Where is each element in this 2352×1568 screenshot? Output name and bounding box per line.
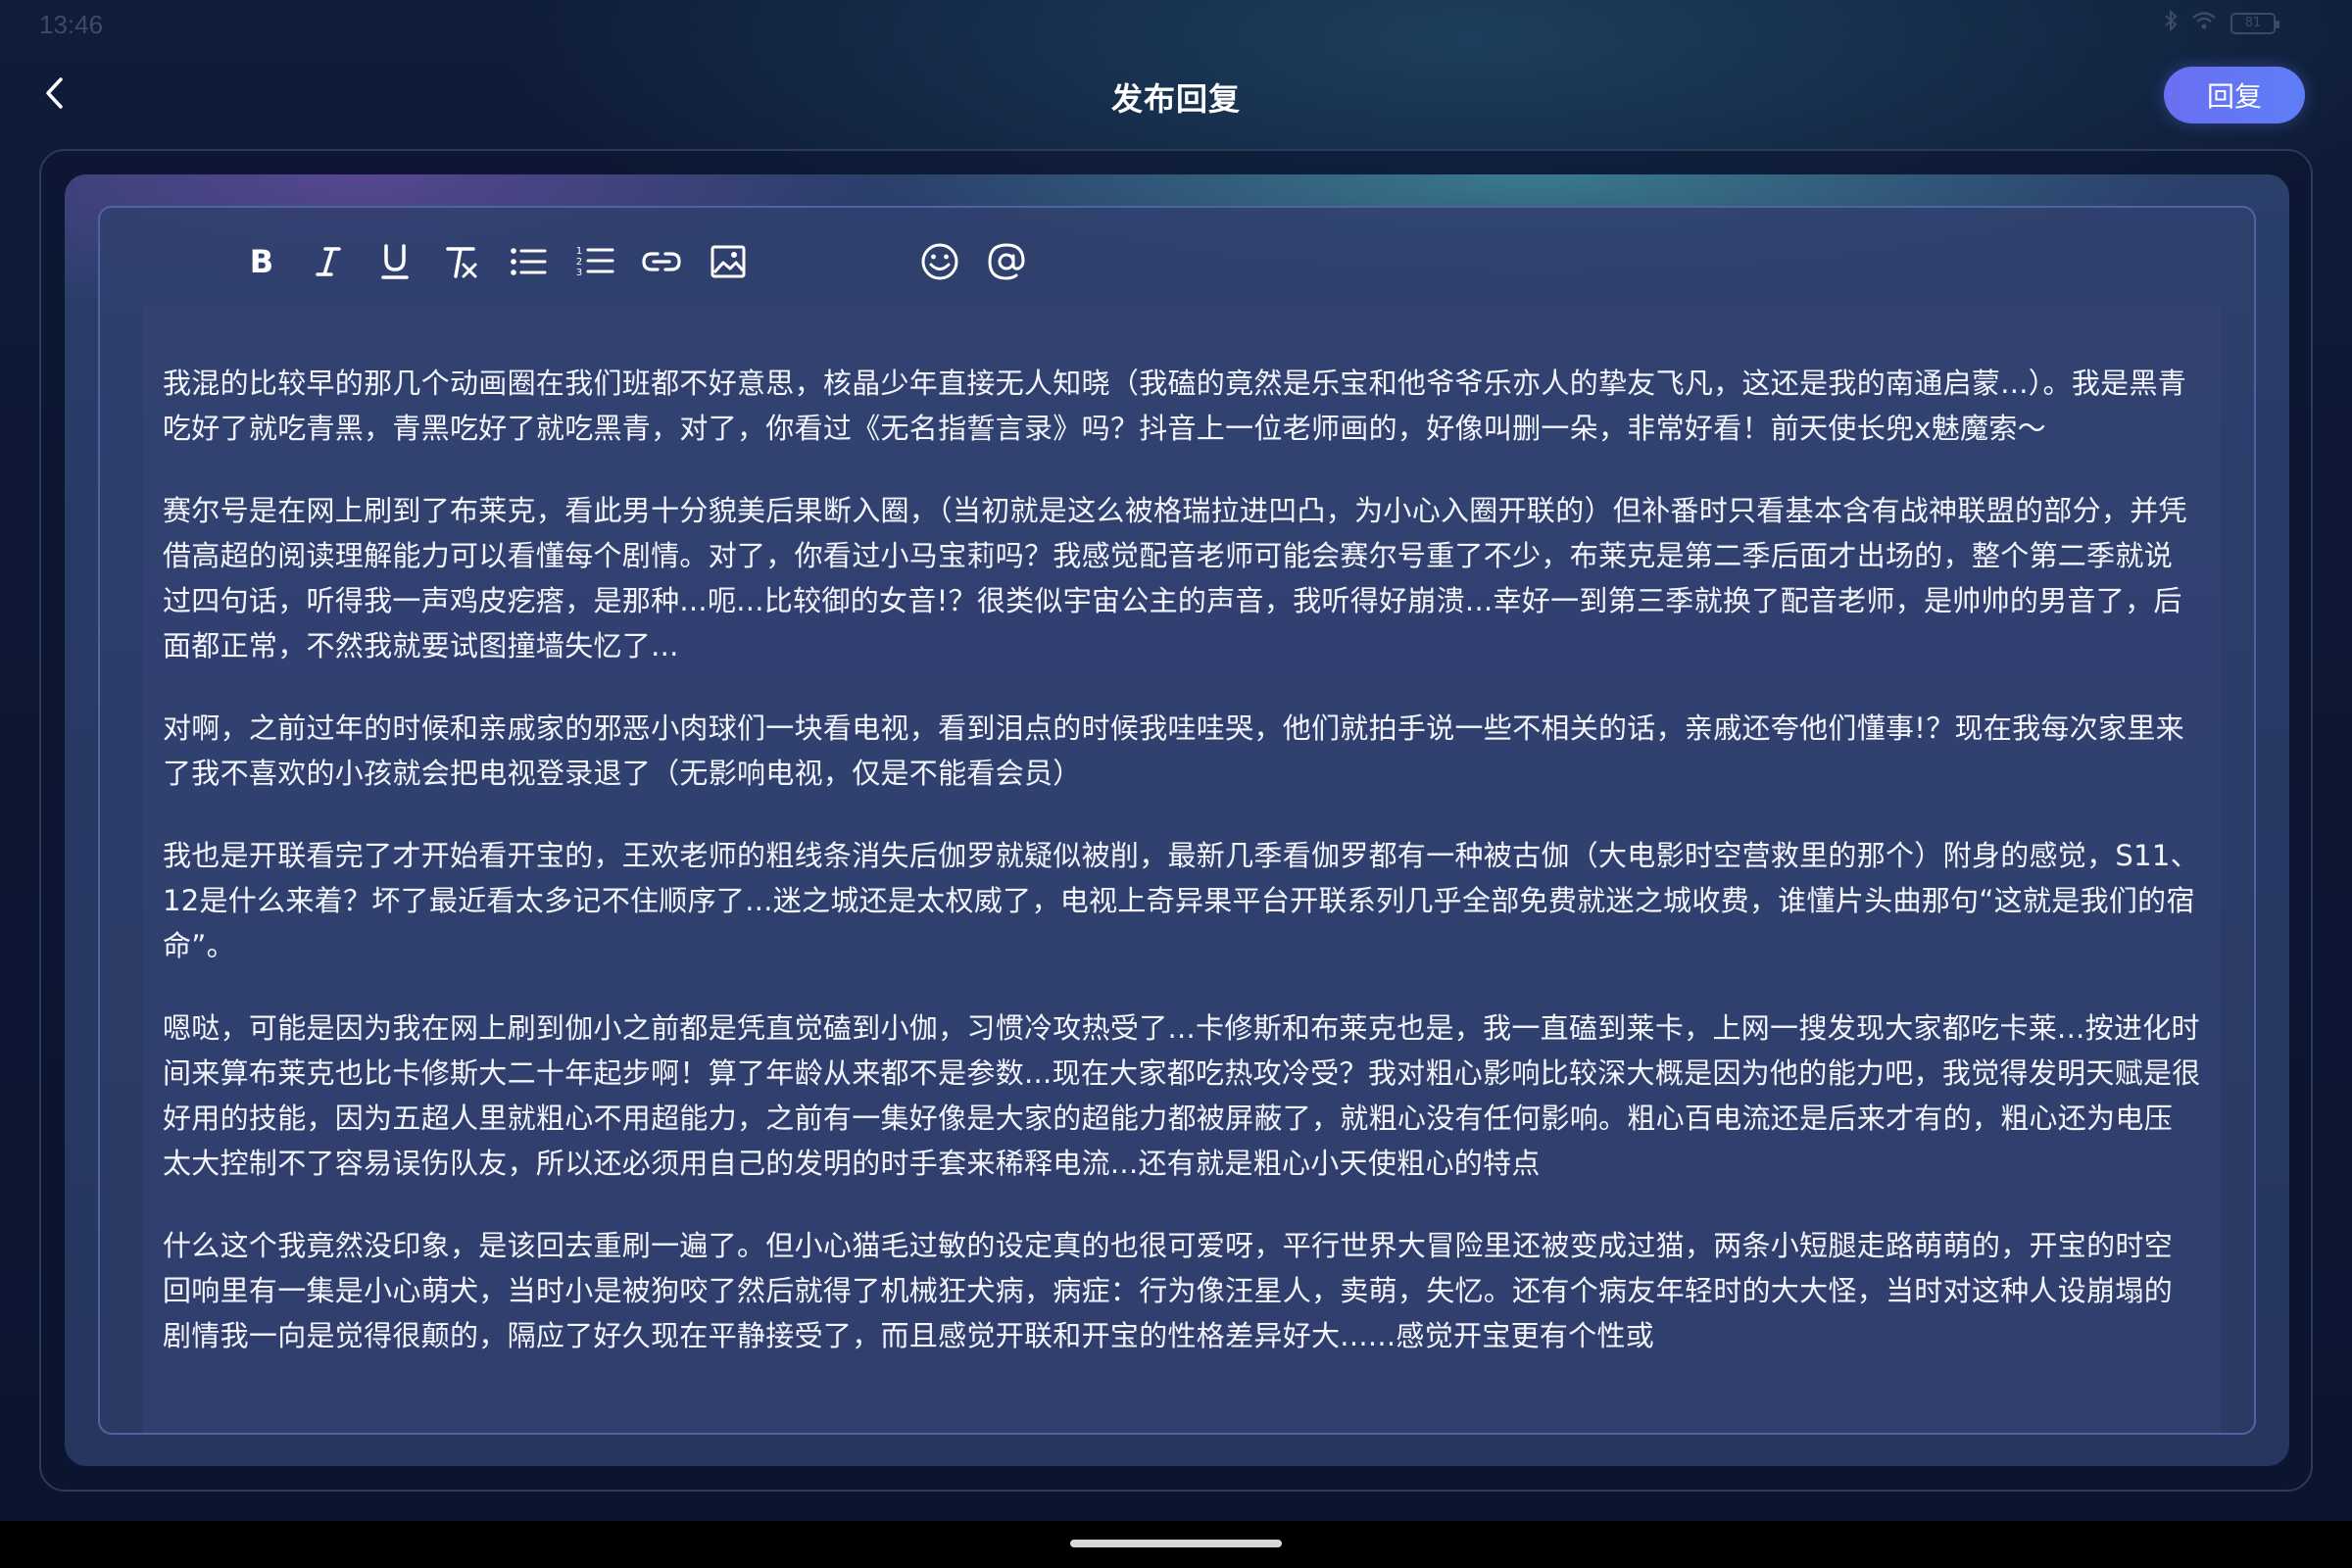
clear-format-icon xyxy=(446,247,477,278)
screen: 13:46 81 发布回复 回复 B 1 2 3 我混的比较早的那几个动画圈在我… xyxy=(0,0,2352,1568)
editor-frame: B 1 2 3 我混的比较早的那几个动画圈在我们班都不好意思，核晶少年直接无人知… xyxy=(39,149,2313,1492)
status-bar: 13:46 81 xyxy=(0,0,2352,47)
svg-text:1: 1 xyxy=(576,246,582,257)
bold-icon: B xyxy=(250,245,273,278)
emoji-button[interactable] xyxy=(915,237,964,286)
underline-icon xyxy=(381,244,409,279)
svg-text:2: 2 xyxy=(576,257,582,268)
paragraph: 我混的比较早的那几个动画圈在我们班都不好意思，核晶少年直接无人知晓（我磕的竟然是… xyxy=(163,367,2187,445)
system-nav-bar xyxy=(0,1521,2352,1568)
top-bar: 发布回复 回复 xyxy=(0,47,2352,145)
reply-paragraphs: 我混的比较早的那几个动画圈在我们班都不好意思，核晶少年直接无人知晓（我磕的竟然是… xyxy=(143,361,2221,1396)
image-icon xyxy=(710,245,746,278)
editor-card: B 1 2 3 我混的比较早的那几个动画圈在我们班都不好意思，核晶少年直接无人知… xyxy=(98,206,2256,1435)
status-time: 13:46 xyxy=(39,10,104,39)
bold-button[interactable]: B xyxy=(237,237,286,286)
italic-button[interactable] xyxy=(304,237,353,286)
reply-button[interactable]: 回复 xyxy=(2164,67,2305,123)
link-icon xyxy=(642,252,681,271)
home-indicator[interactable] xyxy=(1070,1540,1282,1547)
numbered-list-button[interactable]: 1 2 3 xyxy=(570,237,619,286)
clear-format-button[interactable] xyxy=(437,237,486,286)
image-button[interactable] xyxy=(704,237,753,286)
svg-text:B: B xyxy=(250,245,273,278)
formatting-toolbar: B 1 2 3 xyxy=(100,208,2254,306)
link-button[interactable] xyxy=(637,237,686,286)
editor-panel: B 1 2 3 我混的比较早的那几个动画圈在我们班都不好意思，核晶少年直接无人知… xyxy=(65,174,2289,1466)
status-icons: 81 xyxy=(2164,9,2279,37)
wifi-icon xyxy=(2191,11,2217,36)
mention-button[interactable] xyxy=(982,237,1031,286)
paragraph: 我也是开联看完了才开始看开宝的，王欢老师的粗线条消失后伽罗就疑似被削，最新几季看… xyxy=(163,839,2199,962)
bluetooth-icon xyxy=(2164,9,2178,37)
paragraph: 嗯哒，可能是因为我在网上刷到伽小之前都是凭直觉磕到小伽，习惯冷攻热受了...卡修… xyxy=(163,1011,2201,1180)
battery-icon: 81 xyxy=(2230,13,2279,34)
paragraph: 什么这个我竟然没印象，是该回去重刷一遍了。但小心猫毛过敏的设定真的也很可爱呀，平… xyxy=(163,1229,2174,1352)
svg-text:3: 3 xyxy=(576,268,582,278)
bullet-list-button[interactable] xyxy=(504,237,553,286)
underline-button[interactable] xyxy=(370,237,419,286)
emoji-icon xyxy=(921,243,958,280)
paragraph: 赛尔号是在网上刷到了布莱克，看此男十分貌美后果断入圈，（当初就是这么被格瑞拉进凹… xyxy=(163,494,2187,662)
paragraph: 对啊，之前过年的时候和亲戚家的邪恶小肉球们一块看电视，看到泪点的时候我哇哇哭，他… xyxy=(163,711,2184,790)
reply-text-area[interactable]: 我混的比较早的那几个动画圈在我们班都不好意思，核晶少年直接无人知晓（我磕的竟然是… xyxy=(143,306,2221,1433)
italic-icon xyxy=(316,247,341,276)
page-title: 发布回复 xyxy=(1110,80,1241,118)
mention-icon xyxy=(988,243,1025,280)
numbered-list-icon: 1 2 3 xyxy=(576,246,614,278)
bullet-list-icon xyxy=(511,248,547,275)
